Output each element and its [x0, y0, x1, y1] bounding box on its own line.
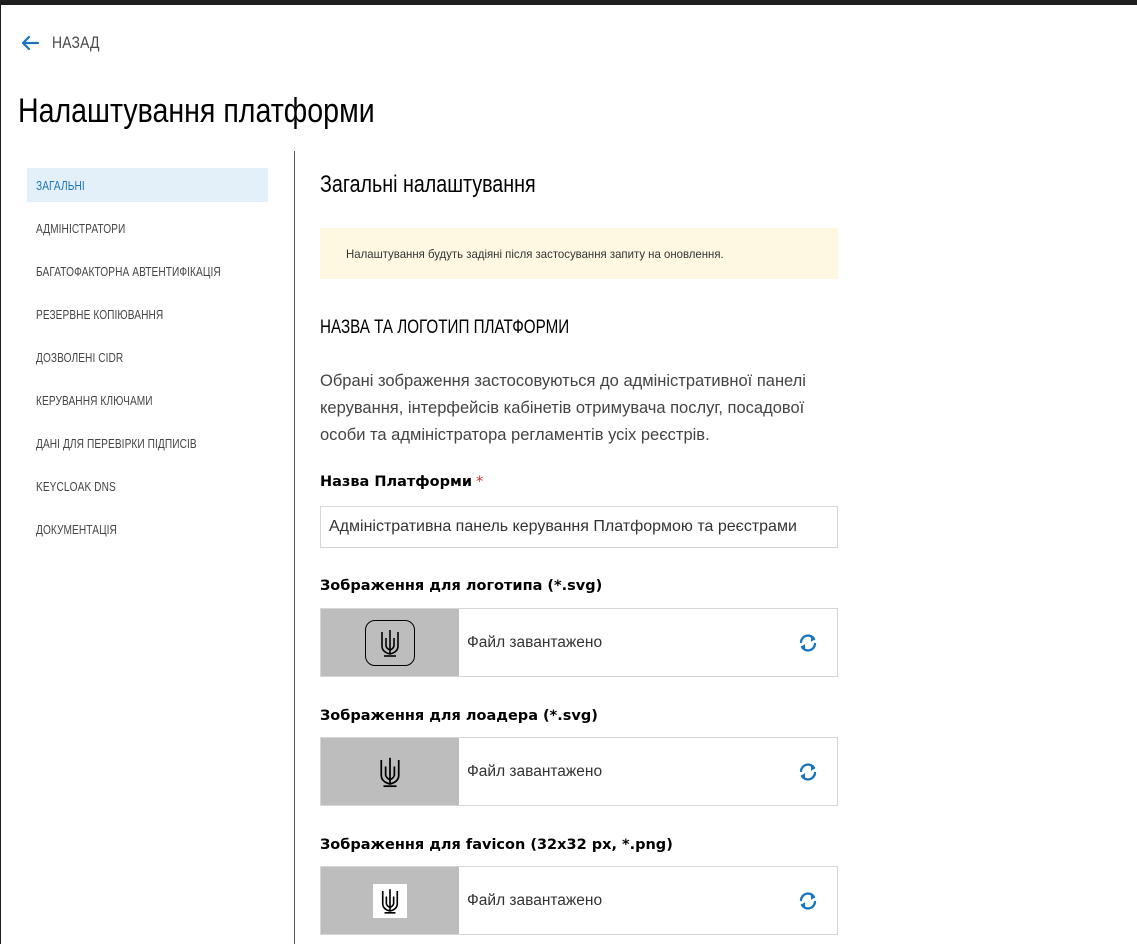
- notice-text: Налаштування будуть задіяні після застос…: [346, 246, 724, 261]
- page-title: Налаштування платформи: [18, 92, 375, 130]
- logo-upload-status: Файл завантажено: [467, 633, 603, 651]
- loader-upload-label: Зображення для лоадера (*.svg): [320, 708, 598, 724]
- platform-name-label: Назва Платформи *: [320, 474, 483, 490]
- logo-preview: [321, 609, 459, 676]
- favicon-upload-field[interactable]: Файл завантажено: [320, 866, 838, 935]
- sidebar-item-label: АДМІНІСТРАТОРИ: [36, 220, 126, 236]
- logo-upload-field[interactable]: Файл завантажено: [320, 608, 838, 677]
- arrow-left-icon: [21, 35, 40, 51]
- favicon-frame: [373, 883, 407, 918]
- sidebar-item-label: ДОЗВОЛЕНІ CIDR: [36, 349, 124, 365]
- platform-name-label-text: Назва Платформи: [320, 474, 473, 490]
- favicon-upload-status: Файл завантажено: [467, 891, 603, 909]
- refresh-icon[interactable]: [796, 631, 820, 655]
- logo-upload-label: Зображення для логотипа (*.svg): [320, 578, 603, 594]
- trident-icon: [381, 629, 399, 657]
- description-text: Обрані зображення застосовуються до адмі…: [320, 372, 806, 444]
- sidebar-item-administrators[interactable]: АДМІНІСТРАТОРИ: [27, 211, 268, 245]
- sidebar-item-general[interactable]: ЗАГАЛЬНІ: [27, 168, 268, 202]
- sidebar-item-label: ЗАГАЛЬНІ: [36, 177, 85, 193]
- sidebar-item-backup[interactable]: РЕЗЕРВНЕ КОПІЮВАННЯ: [27, 297, 268, 331]
- platform-name-input[interactable]: [320, 506, 838, 548]
- settings-sidebar: ЗАГАЛЬНІ АДМІНІСТРАТОРИ БАГАТОФАКТОРНА А…: [27, 168, 268, 555]
- sidebar-item-label: KEYCLOAK DNS: [36, 478, 116, 494]
- required-mark: *: [476, 474, 484, 490]
- sidebar-item-label: РЕЗЕРВНЕ КОПІЮВАННЯ: [36, 306, 164, 322]
- sidebar-item-keycloak-dns[interactable]: KEYCLOAK DNS: [27, 469, 268, 503]
- back-label: НАЗАД: [52, 33, 100, 52]
- trident-icon: [380, 757, 400, 787]
- favicon-preview: [321, 867, 459, 934]
- refresh-icon[interactable]: [796, 760, 820, 784]
- loader-upload-status: Файл завантажено: [467, 762, 603, 780]
- sidebar-item-cidr[interactable]: ДОЗВОЛЕНІ CIDR: [27, 340, 268, 374]
- loader-preview: [321, 738, 459, 805]
- loader-upload-field[interactable]: Файл завантажено: [320, 737, 838, 806]
- window-left-edge: [0, 0, 1, 944]
- sidebar-item-label: КЕРУВАННЯ КЛЮЧАМИ: [36, 392, 153, 408]
- logo-frame: [365, 619, 415, 666]
- trident-icon: [381, 888, 399, 914]
- sidebar-item-documentation[interactable]: ДОКУМЕНТАЦІЯ: [27, 512, 268, 546]
- back-link[interactable]: НАЗАД: [20, 31, 110, 55]
- window-top-edge: [0, 0, 1137, 5]
- info-notice: Налаштування будуть задіяні після застос…: [320, 228, 838, 279]
- refresh-icon[interactable]: [796, 889, 820, 913]
- sidebar-item-mfa[interactable]: БАГАТОФАКТОРНА АВТЕНТИФІКАЦІЯ: [27, 254, 268, 288]
- sidebar-item-keys[interactable]: КЕРУВАННЯ КЛЮЧАМИ: [27, 383, 268, 417]
- sidebar-item-label: ДОКУМЕНТАЦІЯ: [36, 521, 117, 537]
- sidebar-item-label: БАГАТОФАКТОРНА АВТЕНТИФІКАЦІЯ: [36, 263, 221, 279]
- subheading: НАЗВА ТА ЛОГОТИП ПЛАТФОРМИ: [320, 317, 570, 338]
- section-title: Загальні налаштування: [320, 171, 536, 198]
- favicon-upload-label: Зображення для favicon (32x32 px, *.png): [320, 837, 673, 853]
- sidebar-item-signature-data[interactable]: ДАНІ ДЛЯ ПЕРЕВІРКИ ПІДПИСІВ: [27, 426, 268, 460]
- vertical-divider: [294, 151, 295, 944]
- sidebar-item-label: ДАНІ ДЛЯ ПЕРЕВІРКИ ПІДПИСІВ: [36, 435, 197, 451]
